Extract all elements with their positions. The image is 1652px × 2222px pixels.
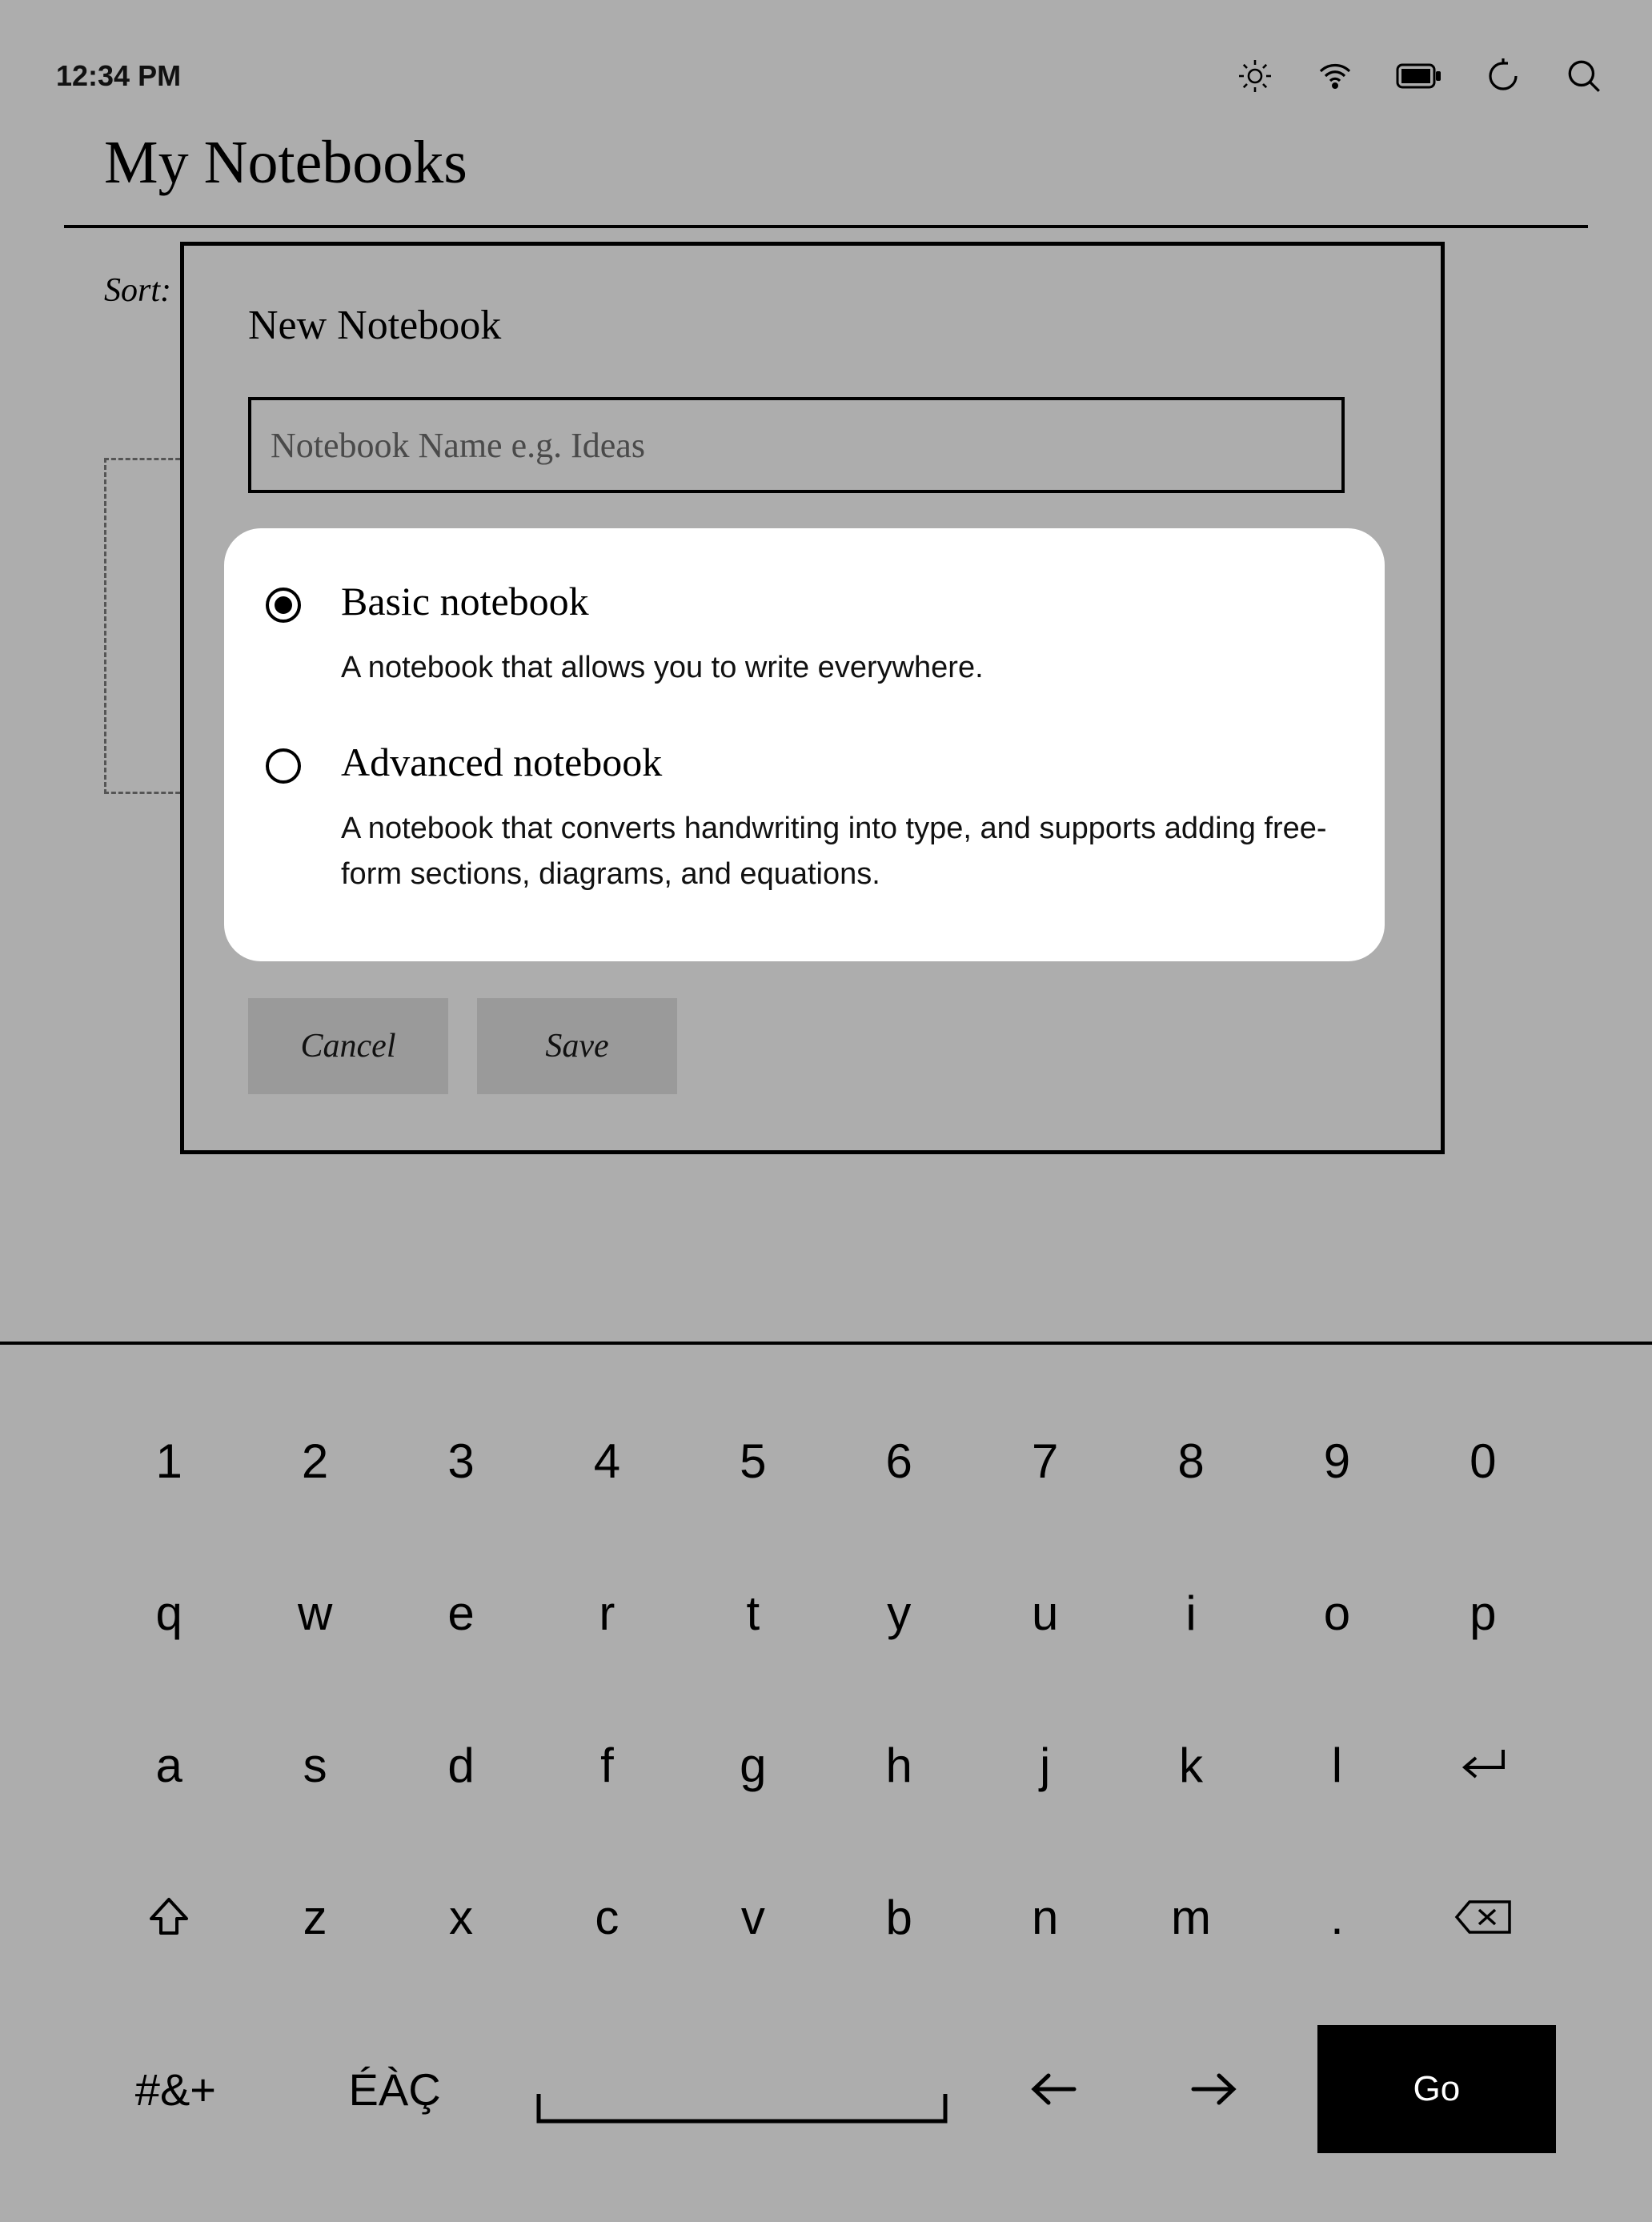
keyboard-row-qwerty: q w e r t y u i o p [96, 1569, 1556, 1657]
option-advanced-desc: A notebook that converts handwriting int… [341, 806, 1337, 897]
option-basic-title: Basic notebook [341, 578, 1337, 624]
keyboard-row-asdf: a s d f g h j k l [96, 1721, 1556, 1809]
key-0[interactable]: 0 [1410, 1417, 1556, 1505]
keyboard-row-numbers: 1 2 3 4 5 6 7 8 9 0 [96, 1417, 1556, 1505]
key-v[interactable]: v [680, 1873, 826, 1961]
key-k[interactable]: k [1118, 1721, 1264, 1809]
key-backspace[interactable] [1410, 1873, 1556, 1961]
key-b[interactable]: b [826, 1873, 972, 1961]
key-symbols[interactable]: #&+ [96, 2041, 255, 2137]
notebook-type-options: Basic notebook A notebook that allows yo… [224, 528, 1385, 961]
wifi-icon[interactable] [1316, 57, 1354, 95]
key-x[interactable]: x [388, 1873, 534, 1961]
status-time: 12:34 PM [56, 59, 181, 93]
key-7[interactable]: 7 [972, 1417, 1117, 1505]
key-1[interactable]: 1 [96, 1417, 242, 1505]
key-m[interactable]: m [1118, 1873, 1264, 1961]
brightness-icon[interactable] [1236, 57, 1274, 95]
key-i[interactable]: i [1118, 1569, 1264, 1657]
key-h[interactable]: h [826, 1721, 972, 1809]
key-9[interactable]: 9 [1264, 1417, 1409, 1505]
key-arrow-right[interactable] [1158, 2041, 1269, 2137]
key-c[interactable]: c [534, 1873, 680, 1961]
key-shift[interactable] [96, 1873, 242, 1961]
keyboard-row-zxcv: z x c v b n m . [96, 1873, 1556, 1961]
key-4[interactable]: 4 [534, 1417, 680, 1505]
key-5[interactable]: 5 [680, 1417, 826, 1505]
key-arrow-left[interactable] [998, 2041, 1109, 2137]
key-e[interactable]: e [388, 1569, 534, 1657]
save-button[interactable]: Save [477, 998, 677, 1094]
key-accents[interactable]: ÉÀÇ [303, 2041, 487, 2137]
keyboard-row-bottom: #&+ ÉÀÇ Go [96, 2025, 1556, 2153]
key-q[interactable]: q [96, 1569, 242, 1657]
key-3[interactable]: 3 [388, 1417, 534, 1505]
key-6[interactable]: 6 [826, 1417, 972, 1505]
radio-selected-icon [264, 586, 303, 628]
key-d[interactable]: d [388, 1721, 534, 1809]
key-u[interactable]: u [972, 1569, 1117, 1657]
key-period[interactable]: . [1264, 1873, 1409, 1961]
key-o[interactable]: o [1264, 1569, 1409, 1657]
key-z[interactable]: z [242, 1873, 387, 1961]
option-basic-desc: A notebook that allows you to write ever… [341, 645, 1337, 691]
key-space[interactable] [534, 2041, 950, 2137]
search-icon[interactable] [1564, 56, 1604, 96]
notebook-name-input[interactable] [248, 397, 1345, 493]
key-enter[interactable] [1410, 1721, 1556, 1809]
key-p[interactable]: p [1410, 1569, 1556, 1657]
option-advanced[interactable]: Advanced notebook A notebook that conver… [264, 715, 1337, 921]
status-bar: 12:34 PM [0, 0, 1652, 120]
battery-icon[interactable] [1396, 62, 1442, 90]
key-2[interactable]: 2 [242, 1417, 387, 1505]
key-a[interactable]: a [96, 1721, 242, 1809]
key-t[interactable]: t [680, 1569, 826, 1657]
radio-unselected-icon [264, 747, 303, 789]
key-r[interactable]: r [534, 1569, 680, 1657]
dialog-title: New Notebook [248, 302, 1377, 349]
status-icons [1236, 56, 1604, 96]
new-notebook-dialog: New Notebook Basic notebook A notebook t… [180, 242, 1445, 1154]
key-8[interactable]: 8 [1118, 1417, 1264, 1505]
key-l[interactable]: l [1264, 1721, 1409, 1809]
key-w[interactable]: w [242, 1569, 387, 1657]
key-n[interactable]: n [972, 1873, 1117, 1961]
on-screen-keyboard: 1 2 3 4 5 6 7 8 9 0 q w e r t y u i o p … [0, 1342, 1652, 2222]
option-advanced-title: Advanced notebook [341, 739, 1337, 785]
key-s[interactable]: s [242, 1721, 387, 1809]
key-y[interactable]: y [826, 1569, 972, 1657]
key-f[interactable]: f [534, 1721, 680, 1809]
key-g[interactable]: g [680, 1721, 826, 1809]
key-j[interactable]: j [972, 1721, 1117, 1809]
cancel-button[interactable]: Cancel [248, 998, 448, 1094]
page-title: My Notebooks [0, 120, 1652, 225]
sync-icon[interactable] [1484, 57, 1522, 95]
key-go[interactable]: Go [1317, 2025, 1556, 2153]
option-basic[interactable]: Basic notebook A notebook that allows yo… [264, 562, 1337, 715]
